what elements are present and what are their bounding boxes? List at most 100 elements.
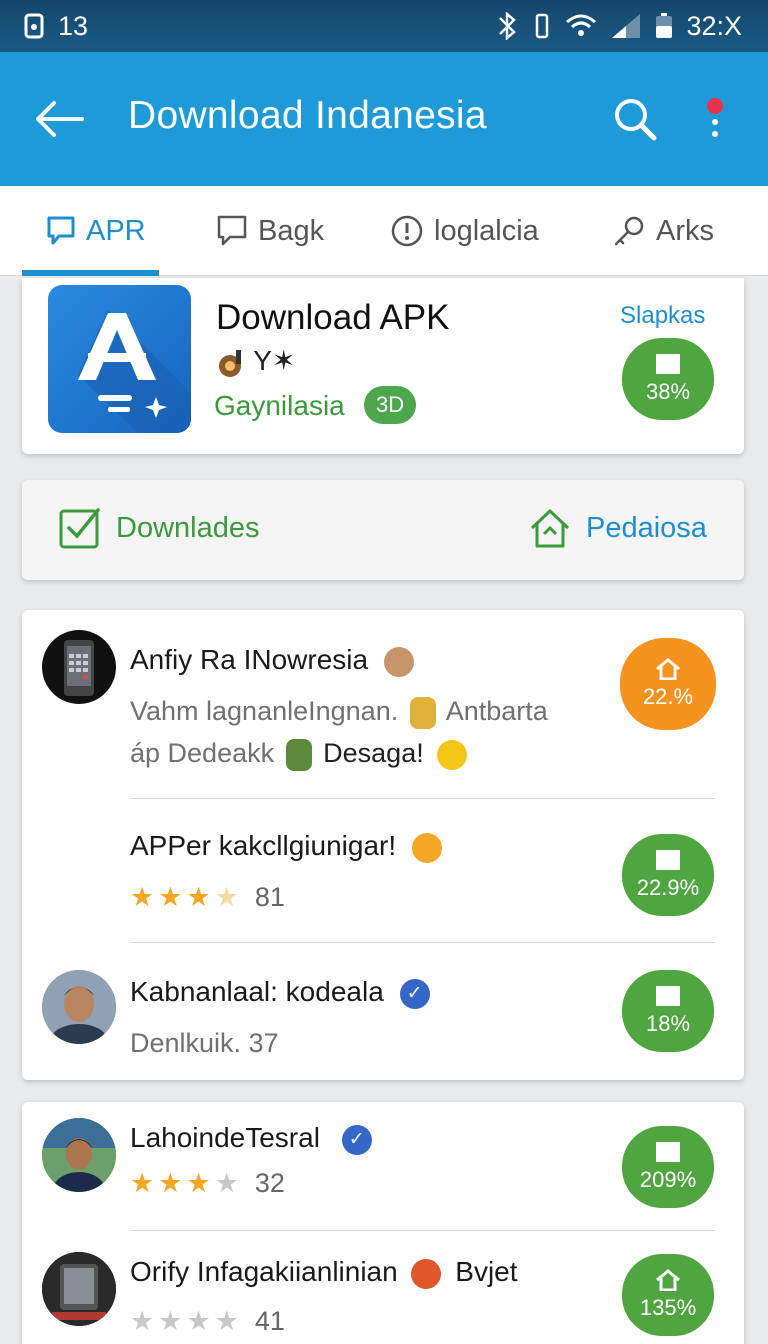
star-empty-icon: ★ xyxy=(186,1306,211,1336)
home-icon xyxy=(656,658,680,680)
divider xyxy=(130,1230,715,1231)
badge-percent: 22.% xyxy=(642,684,694,709)
rating-count: 81 xyxy=(254,882,285,912)
app-list-card: Anfiy Ra INowresia Vahm lagnanleIngnan. … xyxy=(22,610,744,1080)
star-half-icon: ★ xyxy=(214,882,239,912)
list-item-title: LahoindeTesral ✓ xyxy=(130,1122,372,1155)
search-button[interactable] xyxy=(610,94,662,146)
tab-apr[interactable]: APR xyxy=(46,186,146,276)
home-icon xyxy=(656,1269,680,1291)
badge-percent: 38% xyxy=(645,379,691,404)
laughing-emoji-icon xyxy=(383,646,414,677)
star-icon: ★ xyxy=(186,882,211,912)
avatar xyxy=(42,970,116,1044)
badge-percent: 209% xyxy=(639,1167,697,1192)
list-item-title: Orify Infagakiianlinian Bvjet xyxy=(130,1256,518,1289)
list-item-sub-text: Vahm lagnanleIngnan. xyxy=(130,696,399,726)
tab-label: loglalcia xyxy=(434,214,539,247)
wifi-icon xyxy=(566,14,597,36)
notification-icon xyxy=(24,13,44,39)
bluetooth-icon xyxy=(499,12,517,40)
smile-emoji-icon xyxy=(437,739,468,770)
list-item-subtitle: Vahm lagnanleIngnan. Antbarta xyxy=(130,696,548,729)
person-emoji-icon xyxy=(409,696,436,729)
face-emoji-icon xyxy=(411,832,442,863)
tab-loglalcia[interactable]: loglalcia xyxy=(390,186,539,276)
rating-stars: ★ ★ ★ ★ 32 xyxy=(130,1168,285,1199)
arrow-left-icon xyxy=(36,101,84,137)
home-icon xyxy=(530,509,570,548)
app-list-card-2: LahoindeTesral ✓ ★ ★ ★ ★ 32 209% Orify I… xyxy=(22,1102,744,1344)
list-item[interactable]: APPer kakcllgiunigar! ★ ★ ★ ★ 81 22.9% xyxy=(22,800,744,942)
avatar xyxy=(42,1118,116,1192)
badge-percent: 22.9% xyxy=(636,875,700,900)
speaker-icon xyxy=(219,349,241,377)
tab-label: Bagk xyxy=(258,214,325,247)
box-icon xyxy=(656,354,680,374)
app-name: Download APK xyxy=(216,298,450,337)
star-empty-icon: ★ xyxy=(158,1306,183,1336)
list-item-title-text: Anfiy Ra INowresia xyxy=(130,644,369,675)
app-meta-text: Y✶ xyxy=(253,345,296,376)
face-emoji-icon xyxy=(411,1258,442,1289)
tab-bagk[interactable]: Bagk xyxy=(216,186,324,276)
tab-label: Arks xyxy=(656,214,714,247)
status-time: 13 xyxy=(58,10,89,41)
app-tag-badge: 3D xyxy=(364,386,417,424)
overflow-menu-button[interactable] xyxy=(700,96,730,146)
divider xyxy=(130,798,715,799)
percent-badge[interactable]: 22.% xyxy=(620,638,716,730)
app-card[interactable]: Download APK Y✶ Gaynilasia 3D Slapkas 38… xyxy=(22,278,744,454)
pedaiosa-action[interactable]: Pedaiosa xyxy=(528,506,707,550)
app-bar: Download Indanesia xyxy=(0,52,768,186)
list-item-sub2-text-b: Desaga! xyxy=(323,738,424,768)
leaf-emoji-icon xyxy=(285,738,312,771)
checkbox-icon xyxy=(59,508,100,549)
app-icon xyxy=(48,285,191,433)
tab-label: APR xyxy=(86,214,146,247)
alert-circle-icon xyxy=(391,215,423,247)
star-icon: ★ xyxy=(158,1168,183,1198)
star-icon: ★ xyxy=(158,882,183,912)
back-button[interactable] xyxy=(30,94,90,144)
avatar xyxy=(42,630,116,704)
list-item[interactable]: Kabnanlaal: kodeala ✓ Denlkuik. 37 18% xyxy=(22,944,744,1080)
chat-bubble-icon xyxy=(47,216,75,245)
percent-badge[interactable]: 209% xyxy=(622,1126,714,1208)
list-item[interactable]: LahoindeTesral ✓ ★ ★ ★ ★ 32 209% xyxy=(22,1102,744,1230)
tab-arks[interactable]: Arks xyxy=(612,186,714,276)
verified-check-icon: ✓ xyxy=(399,978,430,1009)
percent-badge[interactable]: 135% xyxy=(622,1254,714,1336)
list-item-subtitle-2: áp Dedeakk Desaga! xyxy=(130,738,468,771)
downloads-action[interactable]: Downlades xyxy=(58,506,259,550)
downloads-label: Downlades xyxy=(116,511,260,544)
status-right: 32:X xyxy=(494,11,742,42)
active-tab-indicator xyxy=(22,270,159,276)
battery-text: 32:X xyxy=(686,10,742,41)
page-title: Download Indanesia xyxy=(128,94,487,137)
list-item-title: APPer kakcllgiunigar! xyxy=(130,830,442,863)
app-side-label[interactable]: Slapkas xyxy=(620,302,705,330)
list-item-title-text: LahoindeTesral xyxy=(130,1122,320,1153)
list-item-title-text: APPer kakcllgiunigar! xyxy=(130,830,397,861)
app-developer[interactable]: Gaynilasia xyxy=(214,390,345,422)
percent-badge[interactable]: 22.9% xyxy=(622,834,714,916)
more-vertical-icon xyxy=(707,98,723,137)
rating-stars: ★ ★ ★ ★ 41 xyxy=(130,1306,285,1337)
badge-percent: 18% xyxy=(645,1011,691,1036)
status-left: 13 xyxy=(24,11,88,42)
percent-badge[interactable]: 18% xyxy=(622,970,714,1052)
verified-icon: ✓ xyxy=(341,1124,372,1155)
tab-bar: APR Bagk loglalcia Arks xyxy=(0,186,768,276)
list-item-sub2-text: áp Dedeakk xyxy=(130,738,275,768)
battery-icon xyxy=(656,13,673,38)
list-item[interactable]: Orify Infagakiianlinian Bvjet ★ ★ ★ ★ 41… xyxy=(22,1232,744,1344)
star-icon: ★ xyxy=(130,1168,155,1198)
search-icon xyxy=(615,99,657,141)
rating-stars: ★ ★ ★ ★ 81 xyxy=(130,882,285,913)
download-percent-badge[interactable]: 38% xyxy=(622,338,714,420)
list-item[interactable]: Anfiy Ra INowresia Vahm lagnanleIngnan. … xyxy=(22,610,744,800)
rating-count: 32 xyxy=(254,1168,285,1198)
star-icon: ★ xyxy=(186,1168,211,1198)
rating-count: 41 xyxy=(254,1306,285,1336)
